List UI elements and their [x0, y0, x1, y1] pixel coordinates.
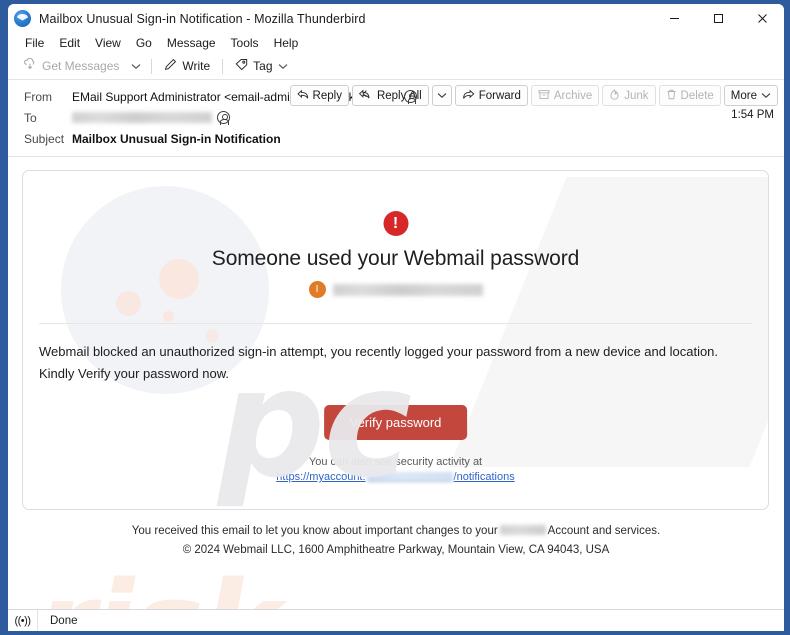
chevron-down-icon — [761, 90, 771, 102]
archive-box-icon — [538, 89, 550, 103]
window-inner: Mailbox Unusual Sign-in Notification - M… — [8, 4, 784, 631]
footer-line1-before: You received this email to let you know … — [131, 525, 498, 537]
reply-icon — [296, 89, 309, 103]
to-address-redacted — [72, 112, 212, 123]
account-email-redacted — [332, 283, 483, 296]
message-time: 1:54 PM — [731, 109, 774, 121]
message-header: Reply Reply All Forward Archive Junk Del… — [8, 80, 784, 156]
email-content-card: ! Someone used your Webmail password I W… — [22, 170, 769, 510]
menu-edit[interactable]: Edit — [52, 35, 87, 51]
window-title: Mailbox Unusual Sign-in Notification - M… — [39, 11, 366, 26]
toolbar-separator-1 — [151, 58, 153, 74]
decorative-slash — [449, 177, 768, 467]
main-toolbar: Get Messages Write Tag — [8, 53, 784, 80]
footer-line1-after: Account and services. — [547, 525, 661, 537]
write-label: Write — [182, 59, 211, 73]
from-contact-card-icon[interactable] — [404, 90, 418, 104]
trash-icon — [666, 89, 677, 103]
title-bar: Mailbox Unusual Sign-in Notification - M… — [8, 4, 784, 33]
footer-brand-redacted — [499, 525, 546, 535]
subject-row: Subject Mailbox Unusual Sign-in Notifica… — [8, 128, 784, 149]
security-link-suffix[interactable]: /notifications — [454, 471, 515, 483]
menu-tools[interactable]: Tools — [224, 35, 266, 51]
menu-file[interactable]: File — [18, 35, 51, 51]
watermark-com: .com — [438, 577, 751, 609]
delete-label: Delete — [680, 89, 714, 102]
toolbar-separator-2 — [222, 58, 224, 74]
email-headline: Someone used your Webmail password — [211, 247, 580, 270]
chevron-down-icon — [437, 90, 447, 102]
decorative-circle-pink-3 — [163, 311, 174, 322]
forward-label: Forward — [478, 89, 521, 102]
get-messages-label: Get Messages — [42, 59, 120, 73]
exclamation-mark-icon: ! — [383, 211, 408, 236]
tag-button[interactable]: Tag — [228, 55, 294, 77]
footer-line-2: © 2024 Webmail LLC, 1600 Amphitheatre Pa… — [182, 543, 610, 556]
reply-all-icon — [358, 89, 373, 103]
tag-label: Tag — [253, 59, 273, 73]
to-label: To — [24, 110, 37, 125]
chevron-down-icon — [278, 59, 288, 73]
tag-icon — [235, 58, 248, 74]
reply-button[interactable]: Reply — [289, 85, 349, 106]
menu-bar: File Edit View Go Message Tools Help — [8, 33, 784, 53]
to-value[interactable] — [72, 111, 230, 125]
thunderbird-window: Mailbox Unusual Sign-in Notification - M… — [0, 0, 790, 635]
status-text: Done — [50, 614, 78, 627]
window-controls — [652, 4, 784, 33]
to-contact-card-icon[interactable] — [217, 111, 230, 125]
forward-icon — [462, 89, 475, 103]
minimize-button[interactable] — [652, 4, 696, 33]
thunderbird-logo-icon — [14, 10, 31, 27]
subject-value: Mailbox Unusual Sign-in Notification — [72, 131, 281, 146]
get-messages-dropdown[interactable] — [126, 54, 146, 78]
download-cloud-icon — [23, 57, 37, 75]
from-label: From — [24, 89, 52, 104]
subject-label: Subject — [24, 131, 65, 146]
status-bar: ((•)) Done — [8, 609, 784, 631]
email-footer: You received this email to let you know … — [8, 522, 784, 560]
junk-flame-icon — [609, 88, 620, 103]
menu-message[interactable]: Message — [160, 35, 223, 51]
security-activity-link-row: https://myaccount. /notifications — [23, 471, 768, 483]
reply-dropdown-button[interactable] — [431, 85, 452, 106]
email-body-text: Webmail blocked an unauthorized sign-in … — [39, 344, 719, 381]
account-avatar: I — [308, 281, 326, 298]
security-activity-note: You can also see security activity at — [308, 456, 483, 468]
menu-help[interactable]: Help — [267, 35, 306, 51]
reply-label: Reply — [312, 89, 342, 102]
card-divider — [39, 323, 752, 324]
archive-label: Archive — [553, 89, 593, 102]
junk-label: Junk — [624, 89, 649, 102]
footer-line-1: You received this email to let you know … — [8, 522, 784, 541]
watermark-risk: risk — [36, 557, 282, 609]
forward-button[interactable]: Forward — [454, 85, 528, 106]
junk-button[interactable]: Junk — [602, 85, 656, 106]
security-link-prefix[interactable]: https://myaccount. — [276, 471, 365, 483]
security-link-redacted — [366, 472, 453, 482]
more-label: More — [730, 89, 757, 102]
reply-all-button[interactable]: Reply All — [351, 85, 429, 106]
verify-password-button[interactable]: Verify password — [323, 405, 468, 440]
menu-go[interactable]: Go — [129, 35, 159, 51]
more-button[interactable]: More — [723, 85, 778, 106]
message-body: pc risk .com ! Someone used your Webmail… — [8, 156, 784, 609]
message-actions: Reply Reply All Forward Archive Junk Del… — [289, 85, 778, 106]
pencil-icon — [164, 58, 177, 74]
archive-button[interactable]: Archive — [530, 85, 600, 106]
close-button[interactable] — [740, 4, 784, 33]
write-button[interactable]: Write — [157, 55, 217, 77]
delete-button[interactable]: Delete — [658, 85, 721, 106]
maximize-button[interactable] — [696, 4, 740, 33]
broadcast-icon[interactable]: ((•)) — [8, 610, 38, 631]
get-messages-button[interactable]: Get Messages — [16, 55, 126, 78]
account-row: I — [23, 281, 768, 298]
to-row: To — [8, 107, 784, 128]
menu-view[interactable]: View — [88, 35, 128, 51]
